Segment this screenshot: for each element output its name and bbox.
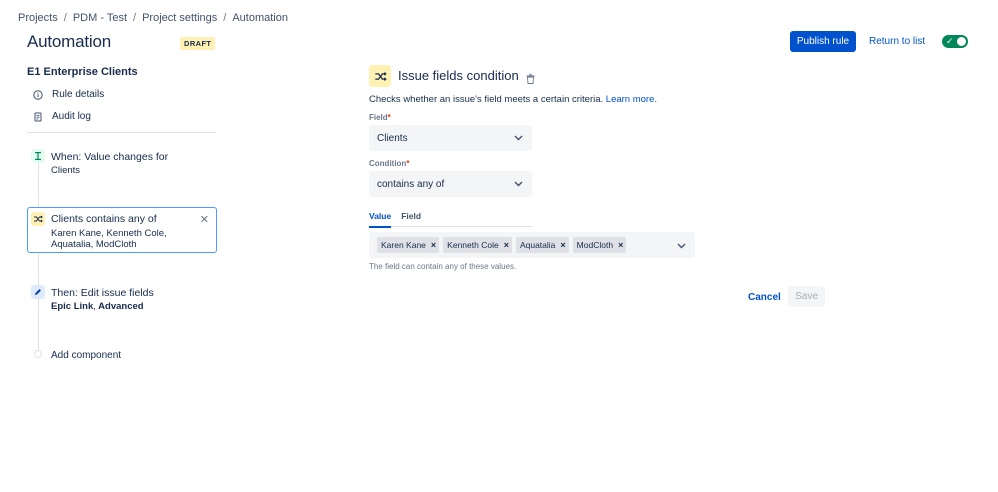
rule-enabled-toggle[interactable]: ✓	[942, 35, 968, 48]
return-to-list-link[interactable]: Return to list	[869, 36, 925, 47]
chevron-down-icon	[514, 133, 523, 144]
breadcrumb-automation[interactable]: Automation	[232, 12, 288, 24]
save-button[interactable]: Save	[788, 286, 825, 307]
trigger-step[interactable]	[31, 149, 45, 163]
condition-select-value: contains any of	[377, 178, 445, 190]
value-chip-label: Aquatalia	[519, 240, 556, 250]
check-icon: ✓	[946, 36, 954, 46]
breadcrumb-project-settings[interactable]: Project settings	[142, 12, 217, 24]
remove-icon[interactable]: ×	[560, 240, 565, 250]
add-component-link[interactable]: Add component	[51, 350, 121, 361]
document-icon	[33, 112, 43, 122]
remove-icon[interactable]: ×	[431, 240, 436, 250]
nav-rule-details-label: Rule details	[52, 89, 105, 100]
sidebar-divider	[27, 132, 216, 133]
shuffle-icon	[31, 212, 45, 226]
tab-field[interactable]: Field	[401, 211, 421, 226]
required-marker: *	[387, 113, 391, 122]
action-fields: Epic Link, Advanced	[51, 301, 144, 312]
value-chip: Karen Kane ×	[377, 237, 440, 253]
field-label-text: Field	[369, 113, 388, 122]
action-title[interactable]: Then: Edit issue fields	[51, 287, 154, 299]
timeline-line	[38, 162, 39, 352]
field-select[interactable]: Clients	[369, 125, 532, 151]
values-help-text: The field can contain any of these value…	[369, 262, 517, 271]
nav-rule-details[interactable]: Rule details	[33, 89, 104, 100]
close-icon[interactable]: ✕	[200, 213, 209, 226]
trigger-subtitle: Clients	[51, 165, 81, 176]
page-title: Automation	[27, 32, 111, 51]
value-chip: Kenneth Cole ×	[443, 237, 512, 253]
remove-icon[interactable]: ×	[618, 240, 623, 250]
rule-name: E1 Enterprise Clients	[27, 66, 138, 78]
breadcrumb-separator: /	[63, 12, 67, 24]
condition-select[interactable]: contains any of	[369, 171, 532, 197]
field-select-value: Clients	[377, 132, 408, 144]
condition-step-card[interactable]: Clients contains any of Karen Kane, Kenn…	[27, 207, 217, 253]
action-field-separator: ,	[93, 301, 96, 312]
add-component-dot	[34, 350, 42, 358]
pencil-icon	[31, 285, 45, 299]
toggle-knob	[957, 37, 966, 46]
breadcrumb-project[interactable]: PDM - Test	[73, 12, 127, 24]
panel-heading: Issue fields condition	[398, 68, 519, 83]
condition-type-icon	[369, 65, 391, 87]
status-badge: DRAFT	[180, 37, 216, 50]
value-chip: Aquatalia ×	[515, 237, 569, 253]
value-chip-label: Kenneth Cole	[447, 240, 499, 250]
breadcrumb-separator: /	[223, 12, 227, 24]
required-marker: *	[406, 159, 410, 168]
info-icon	[33, 89, 43, 100]
value-chip: ModCloth ×	[572, 237, 627, 253]
nav-audit-log[interactable]: Audit log	[33, 111, 91, 122]
field-label: Field*	[369, 113, 391, 122]
condition-label-text: Condition	[369, 159, 407, 168]
values-multiselect[interactable]: Karen Kane × Kenneth Cole × Aquatalia × Mod…	[369, 232, 695, 258]
breadcrumb: Projects / PDM - Test / Project settings…	[18, 12, 288, 24]
cancel-button[interactable]: Cancel	[748, 292, 781, 303]
tab-value[interactable]: Value	[369, 211, 392, 228]
description-text: Checks whether an issue's field meets a …	[369, 94, 604, 105]
panel-description: Checks whether an issue's field meets a …	[369, 94, 657, 105]
value-chip-label: ModCloth	[576, 240, 614, 250]
trigger-title[interactable]: When: Value changes for	[51, 151, 168, 163]
condition-label: Condition*	[369, 159, 409, 168]
chevron-down-icon[interactable]	[677, 236, 686, 254]
trigger-icon	[31, 149, 45, 163]
value-chip-label: Karen Kane	[381, 240, 426, 250]
remove-icon[interactable]: ×	[504, 240, 509, 250]
publish-rule-button[interactable]: Publish rule	[790, 31, 856, 52]
action-field-advanced: Advanced	[98, 301, 144, 312]
breadcrumb-projects[interactable]: Projects	[18, 12, 58, 24]
learn-more-link[interactable]: Learn more.	[606, 94, 657, 105]
breadcrumb-separator: /	[133, 12, 137, 24]
nav-audit-log-label: Audit log	[52, 111, 91, 122]
condition-title: Clients contains any of	[51, 213, 157, 225]
condition-subtitle: Karen Kane, Kenneth Cole, Aquatalia, Mod…	[51, 228, 167, 250]
chevron-down-icon	[514, 179, 523, 190]
action-step[interactable]	[31, 285, 45, 299]
value-field-tabs: Value Field	[369, 211, 532, 228]
trash-icon[interactable]	[526, 71, 535, 89]
action-field-epic-link: Epic Link	[51, 301, 94, 312]
